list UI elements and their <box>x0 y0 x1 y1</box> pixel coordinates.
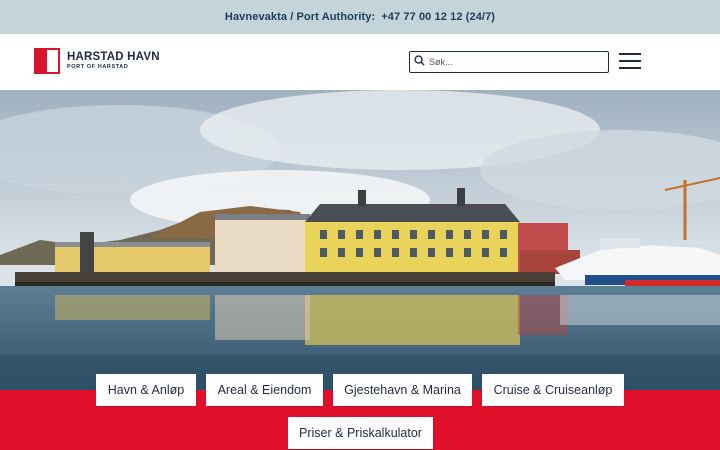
nav-tile-areal-eiendom[interactable]: Areal & Eiendom <box>206 374 323 406</box>
hero-image-harbour <box>0 90 720 390</box>
nav-tile-gjestehavn-marina[interactable]: Gjestehavn & Marina <box>333 374 472 406</box>
port-authority-bar: Havnevakta / Port Authority: +47 77 00 1… <box>0 0 720 34</box>
search-input[interactable] <box>429 57 599 67</box>
site-logo[interactable]: HARSTAD HAVN PORT OF HARSTAD <box>34 48 160 74</box>
search-icon[interactable] <box>414 53 425 71</box>
nav-tile-cruise[interactable]: Cruise & Cruiseanløp <box>482 374 624 406</box>
nav-tile-havn-anlop[interactable]: Havn & Anløp <box>96 374 196 406</box>
port-authority-label: Havnevakta / Port Authority: <box>224 11 376 23</box>
logo-name: HARSTAD HAVN <box>67 50 160 63</box>
nav-tile-priser[interactable]: Priser & Priskalkulator <box>288 417 433 449</box>
search-box <box>409 51 609 73</box>
logo-mark-icon <box>34 48 60 74</box>
logo-subtitle: PORT OF HARSTAD <box>67 64 129 70</box>
port-authority-phone-link[interactable]: +47 77 00 12 12 (24/7) <box>381 11 495 23</box>
hamburger-menu-icon[interactable] <box>619 53 641 69</box>
site-header: HARSTAD HAVN PORT OF HARSTAD <box>0 34 720 90</box>
